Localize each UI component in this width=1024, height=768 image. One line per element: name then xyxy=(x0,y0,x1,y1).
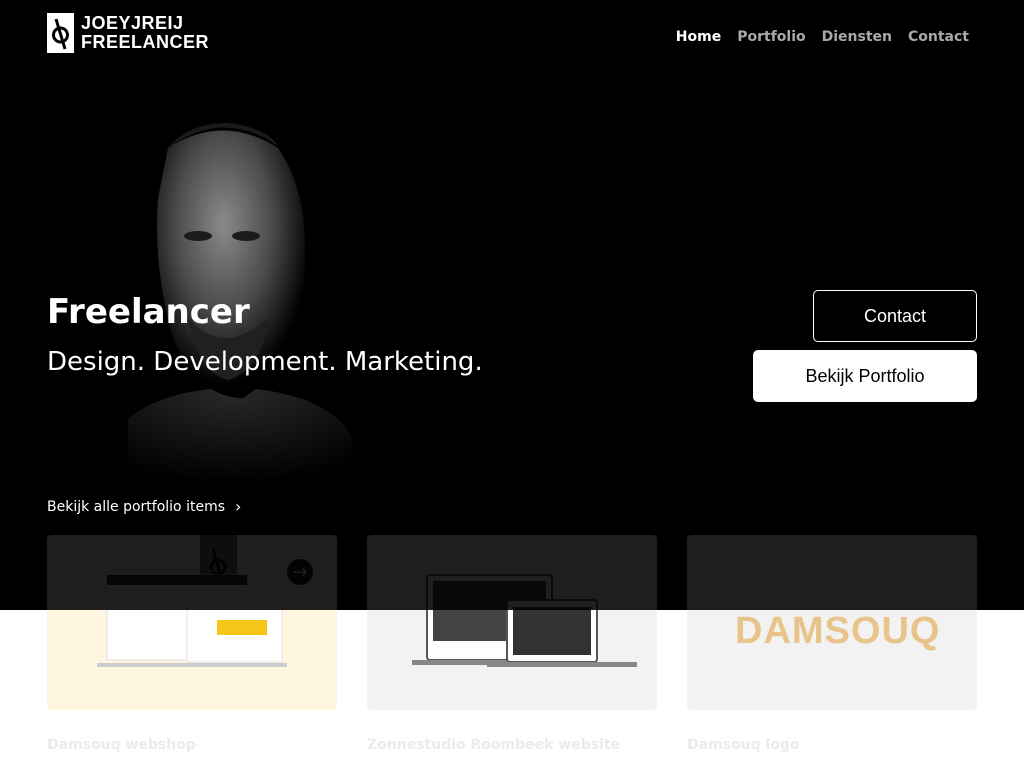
chevron-right-icon: › xyxy=(235,497,242,516)
hero-section: JOEYJREIJ FREELANCER Home Portfolio Dien… xyxy=(0,0,1024,610)
arrow-right-icon: › xyxy=(948,561,956,583)
nav-portfolio[interactable]: Portfolio xyxy=(737,29,805,45)
arrow-right-icon: → xyxy=(287,559,313,585)
main-nav: Home Portfolio Diensten Contact xyxy=(676,29,969,45)
portfolio-title: Zonnestudio Roombeek website xyxy=(367,737,621,753)
brand-logo[interactable]: JOEYJREIJ FREELANCER xyxy=(47,13,209,53)
nav-diensten[interactable]: Diensten xyxy=(822,29,892,45)
all-portfolio-label: Bekijk alle portfolio items xyxy=(47,498,225,515)
contact-button[interactable]: Contact xyxy=(813,290,977,342)
all-portfolio-link[interactable]: Bekijk alle portfolio items › xyxy=(47,497,241,516)
portfolio-title: Damsouq logo xyxy=(687,737,800,753)
hero-subtitle: Design. Development. Marketing. xyxy=(47,347,483,377)
arrow-right-icon: → xyxy=(612,561,628,583)
portfolio-thumbnail: → xyxy=(47,535,337,710)
portfolio-card[interactable]: DAMSOUQ › Damsouq logo xyxy=(687,535,977,753)
logo-mark-icon xyxy=(47,13,74,53)
nav-contact[interactable]: Contact xyxy=(908,29,969,45)
brand-line-1: JOEYJREIJ xyxy=(81,13,184,33)
portfolio-grid: → Damsouq webshop → Zonnestudio Roombeek… xyxy=(47,535,977,768)
nav-home[interactable]: Home xyxy=(676,29,721,45)
portfolio-thumbnail: DAMSOUQ › xyxy=(687,535,977,710)
view-portfolio-button[interactable]: Bekijk Portfolio xyxy=(753,350,977,402)
damsouq-logo-text: DAMSOUQ xyxy=(735,610,941,652)
portfolio-title: Damsouq webshop xyxy=(47,737,196,753)
brand-line-2: FREELANCER xyxy=(81,32,210,52)
portfolio-thumbnail: → xyxy=(367,535,657,710)
hero-title: Freelancer xyxy=(47,292,250,332)
portfolio-card[interactable]: → Damsouq webshop xyxy=(47,535,337,753)
portfolio-card[interactable]: → Zonnestudio Roombeek website xyxy=(367,535,657,753)
